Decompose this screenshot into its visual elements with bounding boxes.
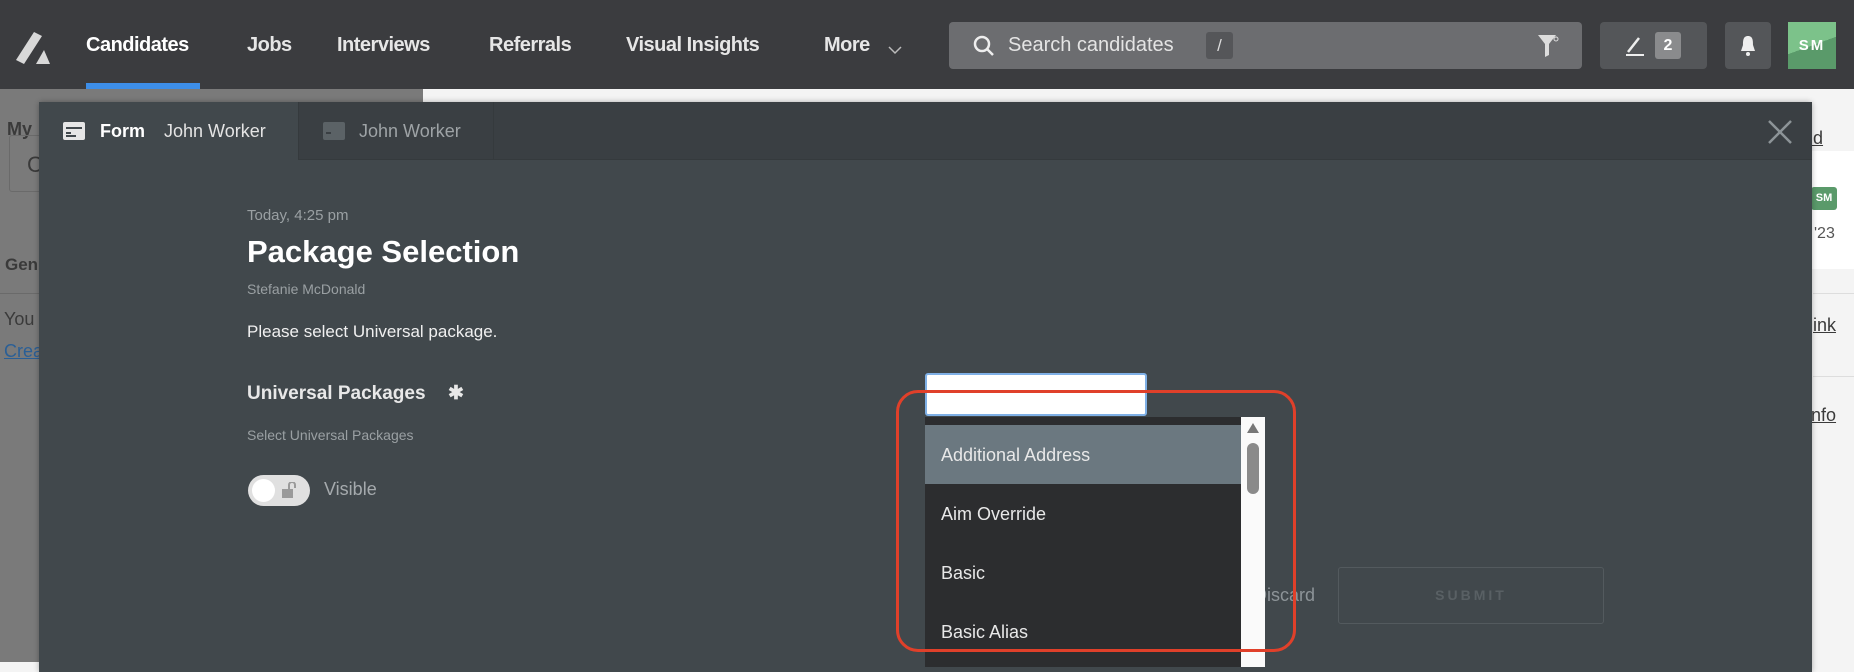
nav-interviews[interactable]: Interviews [337, 34, 430, 57]
drafts-count-badge: 2 [1655, 32, 1681, 59]
bg-avatar: SM [1811, 187, 1837, 210]
option-aim-override[interactable]: Aim Override [925, 484, 1241, 543]
modal-tab-bar: Form John Worker John Worker [39, 102, 1812, 160]
scrollbar-thumb[interactable] [1247, 443, 1259, 494]
top-nav: Candidates Jobs Interviews Referrals Vis… [0, 0, 1854, 89]
search-placeholder: Search candidates [1008, 34, 1174, 56]
tab-form-john-worker[interactable]: Form John Worker [39, 102, 299, 160]
scroll-up-arrow-icon[interactable] [1246, 422, 1260, 434]
bg-date: '23 [1814, 225, 1835, 242]
option-basic-alias[interactable]: Basic Alias [925, 602, 1241, 661]
option-additional-address[interactable]: Additional Address [925, 425, 1241, 484]
search-input[interactable]: Search candidates / [949, 22, 1582, 69]
form-icon [323, 122, 345, 140]
bg-section: Gen [5, 255, 39, 274]
notifications-button[interactable] [1725, 22, 1771, 69]
bg-link-2[interactable]: ink [1813, 315, 1836, 336]
author-name: Stefanie McDonald [247, 281, 366, 297]
app-logo-icon[interactable] [14, 30, 54, 66]
close-icon[interactable] [1767, 119, 1793, 145]
bg-card [1806, 151, 1854, 269]
divider [1813, 293, 1854, 294]
tab-label: John Worker [359, 121, 461, 141]
nav-visual-insights[interactable]: Visual Insights [626, 34, 760, 57]
option-basic[interactable]: Basic [925, 543, 1241, 602]
chevron-down-icon [888, 46, 902, 55]
universal-packages-select[interactable] [925, 373, 1147, 416]
tab-type: Form [100, 121, 145, 141]
bg-text: You [4, 309, 35, 329]
divider [0, 293, 40, 294]
nav-jobs[interactable]: Jobs [247, 34, 292, 57]
pencil-icon [1626, 37, 1644, 56]
nav-more[interactable]: More [824, 34, 870, 57]
divider [1813, 376, 1854, 377]
bg-link-3[interactable]: nfo [1811, 405, 1836, 426]
unlock-icon [282, 482, 296, 498]
tab-john-worker[interactable]: John Worker [299, 102, 494, 160]
drafts-button[interactable]: 2 [1600, 22, 1707, 69]
submit-button[interactable]: SUBMIT [1338, 567, 1604, 624]
dropdown-scrollbar[interactable] [1241, 417, 1265, 667]
field-label: Universal Packages [247, 383, 426, 404]
tab-label: John Worker [164, 121, 266, 141]
nav-referrals[interactable]: Referrals [489, 34, 572, 57]
package-options-list: Additional Address Aim Override Basic Ba… [925, 417, 1265, 667]
nav-candidates[interactable]: Candidates [86, 34, 189, 57]
bell-icon [1741, 36, 1755, 56]
required-icon: ✱ [448, 383, 464, 404]
bg-link[interactable]: Crea [4, 341, 43, 362]
user-avatar[interactable]: SM [1788, 22, 1836, 69]
form-icon [63, 122, 85, 140]
timestamp: Today, 4:25 pm [247, 207, 349, 224]
visibility-label: Visible [324, 479, 377, 499]
search-icon [973, 35, 994, 56]
search-shortcut-key: / [1206, 32, 1233, 59]
form-instructions: Please select Universal package. [247, 322, 498, 341]
field-help-text: Select Universal Packages [247, 427, 414, 443]
filter-icon[interactable] [1537, 33, 1559, 59]
toggle-knob [252, 479, 275, 502]
visibility-toggle[interactable] [248, 475, 310, 506]
form-title: Package Selection [247, 234, 520, 269]
